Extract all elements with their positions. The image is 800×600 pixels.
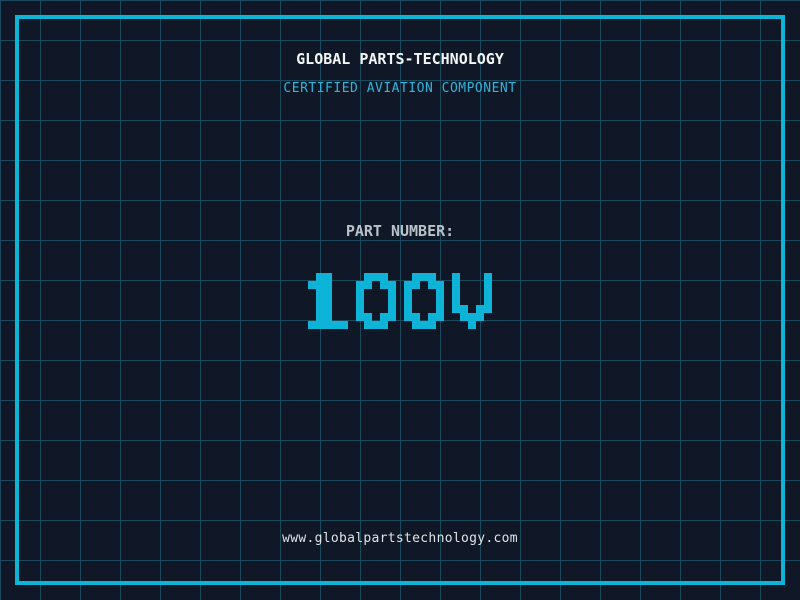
- part-number-glyph: [356, 273, 396, 329]
- part-number-label: PART NUMBER:: [345, 222, 455, 240]
- part-number-glyph: [404, 273, 444, 329]
- part-number-glyph: [452, 273, 492, 329]
- blueprint-card: GLOBAL PARTS-TECHNOLOGY CERTIFIED AVIATI…: [0, 0, 800, 600]
- part-number-glyph: [308, 273, 348, 329]
- certification-subtitle: CERTIFIED AVIATION COMPONENT: [283, 81, 517, 96]
- website-url: www.globalpartstechnology.com: [282, 531, 518, 546]
- part-number-display: [0, 273, 800, 329]
- brand-title: GLOBAL PARTS-TECHNOLOGY: [296, 50, 504, 68]
